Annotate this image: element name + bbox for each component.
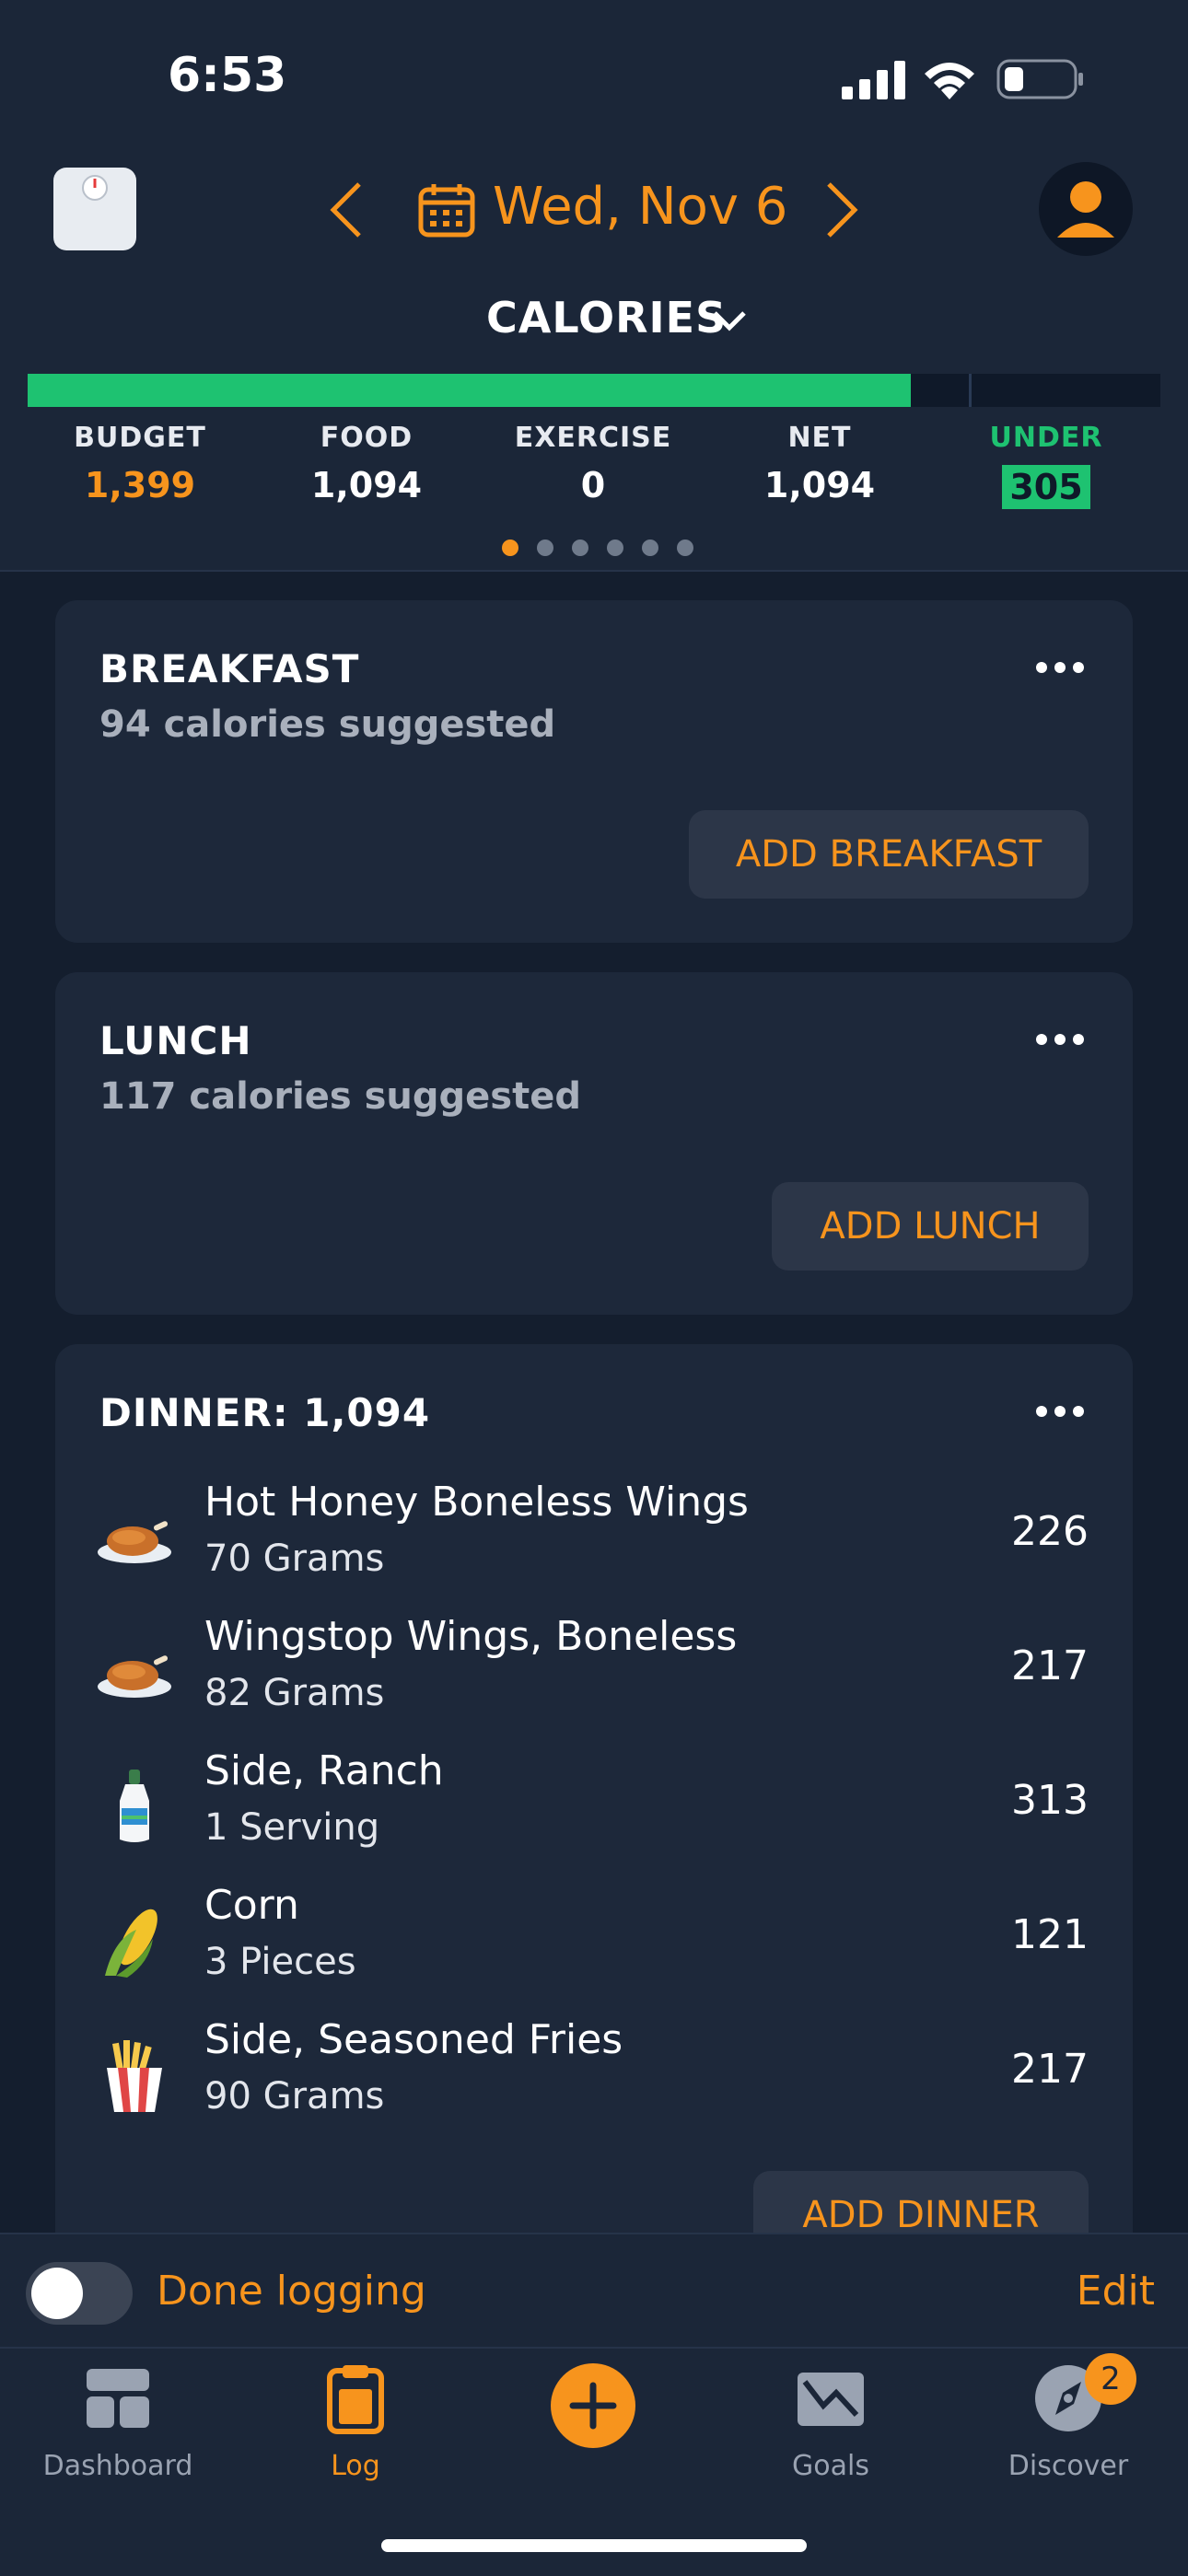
ranch-bottle-icon <box>120 1770 149 1842</box>
food-calories: 217 <box>1011 2046 1089 2093</box>
page-dot[interactable] <box>537 540 553 556</box>
food-calories: 217 <box>1011 1642 1089 1689</box>
more-options-icon[interactable] <box>1035 1033 1085 1046</box>
food-entry[interactable]: Corn 3 Pieces 121 <box>55 1876 1133 1996</box>
food-name: Corn <box>204 1882 299 1929</box>
summary-budget: BUDGET 1,399 <box>48 422 232 505</box>
toggle-knob <box>31 2268 83 2319</box>
tab-label: Dashboard <box>42 2450 193 2482</box>
weigh-in-scale-icon[interactable] <box>53 168 136 250</box>
add-icon <box>569 2382 617 2430</box>
chevron-down-icon[interactable] <box>711 307 748 333</box>
page-dot[interactable] <box>642 540 658 556</box>
breakfast-card: BREAKFAST 94 calories suggested ADD BREA… <box>55 600 1133 943</box>
cellular-signal-icon <box>842 61 905 99</box>
food-amount: 1 Serving <box>204 1806 380 1849</box>
lunch-suggested: 117 calories suggested <box>99 1075 581 1118</box>
goals-icon <box>798 2373 864 2426</box>
corn-icon <box>105 1909 157 1978</box>
tab-label: Log <box>331 2450 380 2482</box>
food-amount: 90 Grams <box>204 2075 385 2118</box>
status-time: 6:53 <box>168 48 287 103</box>
add-breakfast-button[interactable]: ADD BREAKFAST <box>689 810 1089 899</box>
food-entry[interactable]: Side, Seasoned Fries 90 Grams 217 <box>55 2011 1133 2130</box>
page-dot[interactable] <box>607 540 623 556</box>
food-calories: 121 <box>1011 1911 1089 1958</box>
food-entry[interactable]: Hot Honey Boneless Wings 70 Grams 226 <box>55 1473 1133 1593</box>
wifi-icon <box>925 63 974 99</box>
summary-value: 0 <box>580 465 606 505</box>
profile-avatar[interactable] <box>1039 162 1133 256</box>
summary-net: NET 1,094 <box>728 422 912 505</box>
tab-goals[interactable]: Goals <box>739 2361 923 2482</box>
chicken-icon <box>98 1521 171 1563</box>
summary-label: UNDER <box>989 422 1103 454</box>
quick-add-button[interactable] <box>551 2363 635 2448</box>
food-entry[interactable]: Side, Ranch 1 Serving 313 <box>55 1742 1133 1862</box>
page-dot[interactable] <box>677 540 693 556</box>
clipboard-icon <box>327 2365 384 2434</box>
summary-under: UNDER 305 <box>954 422 1138 509</box>
food-calories: 313 <box>1011 1777 1089 1824</box>
food-name: Side, Ranch <box>204 1747 444 1794</box>
summary-food: FOOD 1,094 <box>274 422 459 505</box>
page-dot-active[interactable] <box>502 540 518 556</box>
battery-icon <box>996 59 1083 99</box>
calendar-icon[interactable] <box>418 182 475 238</box>
food-name: Hot Honey Boneless Wings <box>204 1479 749 1526</box>
summary-value: 1,094 <box>310 465 423 505</box>
tab-dashboard[interactable]: Dashboard <box>26 2361 210 2482</box>
more-options-icon[interactable] <box>1035 1405 1085 1418</box>
summary-label: EXERCISE <box>514 422 672 454</box>
done-logging-bar: Done logging Edit <box>0 2233 1188 2347</box>
done-logging-toggle[interactable] <box>26 2262 133 2325</box>
dashboard-icon <box>87 2369 149 2428</box>
summary-label: BUDGET <box>74 422 206 454</box>
tab-label: Discover <box>1007 2450 1129 2482</box>
tab-log[interactable]: Log <box>263 2361 448 2482</box>
page-dot[interactable] <box>572 540 588 556</box>
summary-label: NET <box>787 422 852 454</box>
tab-label: Goals <box>792 2450 869 2482</box>
calorie-progress-fill <box>28 374 911 407</box>
calorie-progress-marker <box>969 374 972 407</box>
discover-badge: 2 <box>1085 2353 1136 2405</box>
next-day-arrow-icon[interactable] <box>823 180 860 239</box>
metric-selector[interactable]: CALORIES <box>486 293 727 342</box>
previous-day-arrow-icon[interactable] <box>328 180 365 239</box>
food-amount: 3 Pieces <box>204 1941 356 1983</box>
lunch-card: LUNCH 117 calories suggested ADD LUNCH <box>55 972 1133 1315</box>
dinner-title: DINNER: 1,094 <box>99 1390 431 1435</box>
food-amount: 82 Grams <box>204 1672 385 1714</box>
breakfast-title: BREAKFAST <box>99 646 360 691</box>
food-name: Wingstop Wings, Boneless <box>204 1613 738 1660</box>
summary-value: 1,399 <box>84 465 196 505</box>
dinner-card: DINNER: 1,094 Hot Honey Boneless Wings 7… <box>55 1344 1133 2265</box>
under-badge: 305 <box>1002 465 1090 509</box>
summary-exercise: EXERCISE 0 <box>501 422 685 505</box>
food-calories: 226 <box>1011 1508 1089 1555</box>
lunch-title: LUNCH <box>99 1018 252 1063</box>
summary-label: FOOD <box>320 422 413 454</box>
more-options-icon[interactable] <box>1035 661 1085 674</box>
home-indicator[interactable] <box>381 2539 807 2552</box>
food-amount: 70 Grams <box>204 1537 385 1580</box>
food-entry[interactable]: Wingstop Wings, Boneless 82 Grams 217 <box>55 1607 1133 1727</box>
food-name: Side, Seasoned Fries <box>204 2016 623 2063</box>
fries-icon <box>107 2040 162 2112</box>
breakfast-suggested: 94 calories suggested <box>99 703 556 746</box>
edit-button[interactable]: Edit <box>1077 2268 1155 2315</box>
chicken-icon <box>98 1655 171 1698</box>
add-lunch-button[interactable]: ADD LUNCH <box>772 1182 1089 1271</box>
summary-value: 1,094 <box>763 465 876 505</box>
done-logging-label[interactable]: Done logging <box>157 2268 426 2315</box>
selected-date[interactable]: Wed, Nov 6 <box>493 177 787 237</box>
